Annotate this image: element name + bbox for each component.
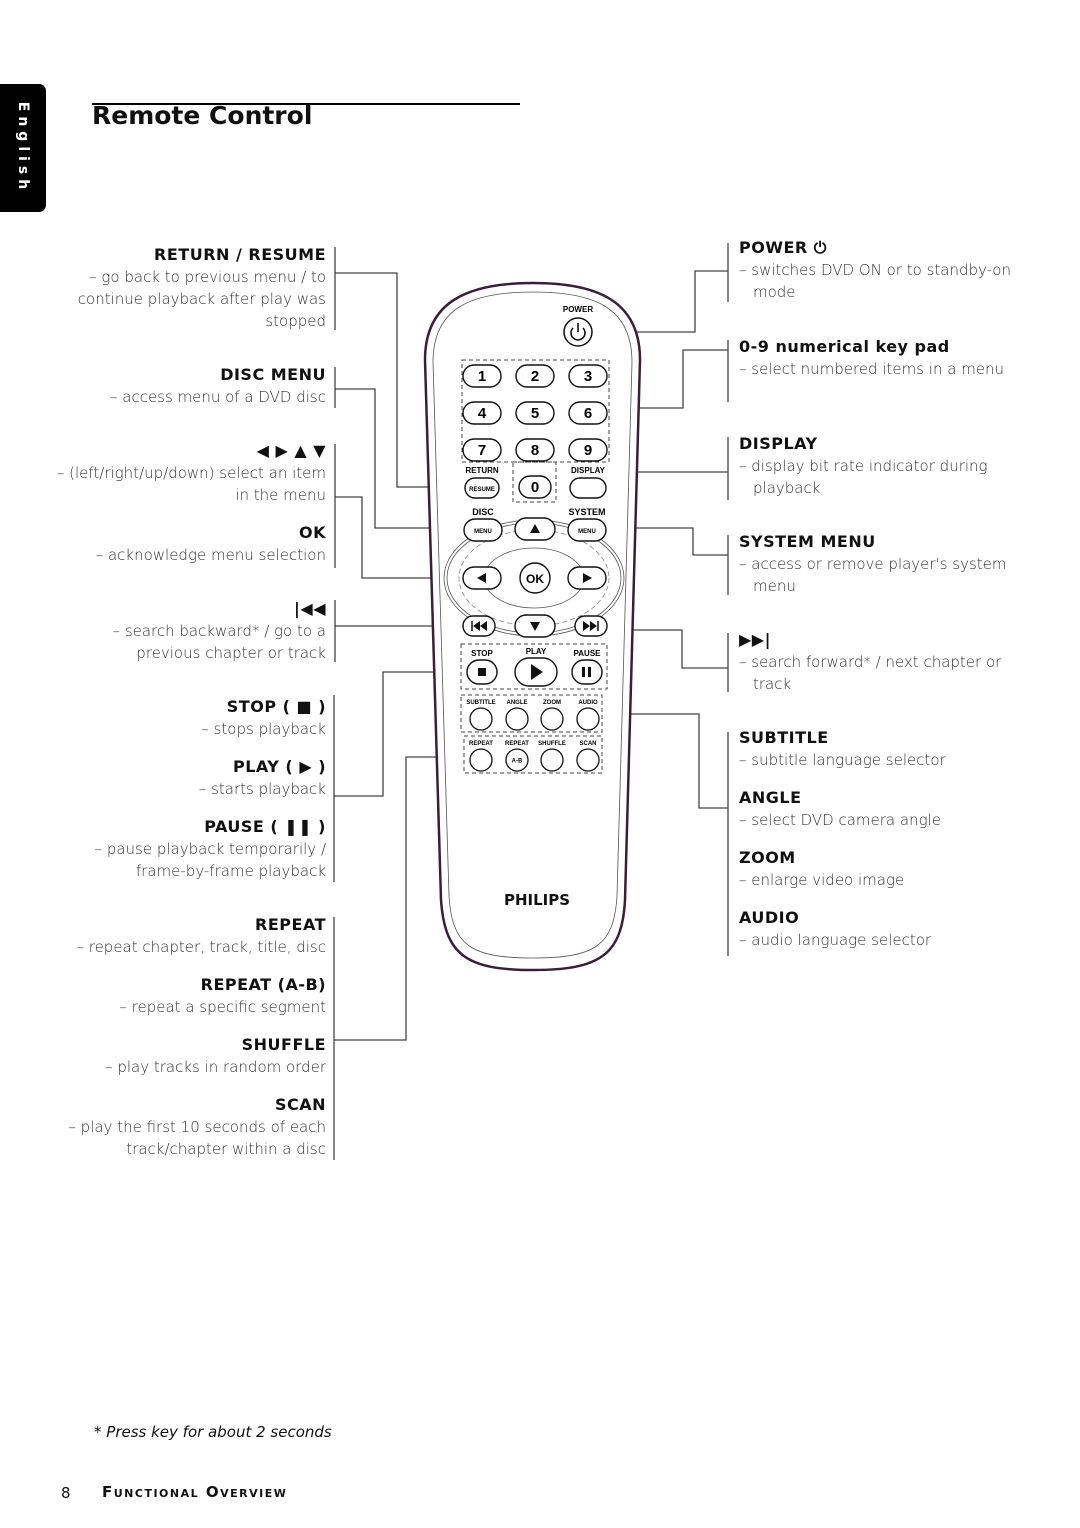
remote-down-button[interactable]	[514, 614, 556, 638]
svg-text:7: 7	[478, 442, 486, 459]
svg-text:9: 9	[584, 442, 592, 459]
remote-system-menu-button[interactable]: MENU	[567, 518, 607, 542]
svg-text:RESUME: RESUME	[469, 487, 495, 493]
remote-digit-4-button[interactable]: 4	[462, 401, 502, 425]
remote-control: POWER 1 2 3 4 5 6 7 8 9 0 RETURN RESUME DISPLAY D…	[423, 281, 642, 972]
remote-digit-3-button[interactable]: 3	[568, 364, 608, 388]
remote-right-button[interactable]	[567, 566, 607, 590]
remote-digit-8-button[interactable]: 8	[515, 438, 555, 462]
remote-previous-button[interactable]	[462, 615, 496, 637]
remote-power-label: POWER	[563, 305, 593, 314]
remote-digit-2-button[interactable]: 2	[515, 364, 555, 388]
remote-audio-label: AUDIO	[578, 700, 598, 706]
remote-repeat-label: REPEAT	[505, 741, 529, 747]
remote-digit-6-button[interactable]: 6	[568, 401, 608, 425]
remote-subtitle-button[interactable]	[469, 707, 493, 731]
remote-stop-button[interactable]	[466, 659, 498, 685]
remote-ok-button[interactable]: OK	[519, 562, 551, 594]
remote-disc-label: DISC	[472, 507, 494, 517]
svg-text:6: 6	[584, 405, 592, 422]
remote-left-button[interactable]	[462, 566, 502, 590]
remote-up-button[interactable]	[514, 517, 556, 541]
svg-text:MENU: MENU	[578, 529, 596, 535]
remote-play-button[interactable]	[514, 657, 558, 687]
remote-display-label: DISPLAY	[571, 466, 606, 475]
remote-play-label: PLAY	[526, 647, 547, 656]
remote-next-button[interactable]	[574, 615, 608, 637]
remote-zoom-button[interactable]	[540, 707, 564, 731]
remote-subtitle-label: SUBTITLE	[466, 700, 495, 706]
svg-text:8: 8	[531, 442, 539, 459]
callout-lines: POWER 1 2 3 4 5 6 7 8 9 0 RETURN RESUME DISPLAY D…	[333, 243, 729, 1160]
remote-stop-label: STOP	[471, 649, 493, 658]
remote-repeat-button[interactable]	[469, 748, 493, 772]
svg-text:MENU: MENU	[474, 529, 492, 535]
remote-resume-button[interactable]: RESUME	[464, 477, 500, 499]
remote-pause-button[interactable]	[571, 659, 603, 685]
remote-pause-label: PAUSE	[574, 649, 602, 658]
remote-power-button[interactable]	[563, 317, 593, 347]
remote-digit-1-button[interactable]: 1	[462, 364, 502, 388]
remote-digit-0-button[interactable]: 0	[518, 475, 552, 499]
remote-digit-7-button[interactable]: 7	[462, 438, 502, 462]
remote-audio-button[interactable]	[576, 707, 600, 731]
remote-return-label: RETURN	[465, 466, 499, 475]
remote-brand-logo: PHILIPS	[504, 891, 570, 909]
remote-angle-label: ANGLE	[507, 700, 528, 706]
svg-text:3: 3	[584, 368, 592, 385]
remote-shuffle-label: SHUFFLE	[538, 741, 566, 747]
remote-system-label: SYSTEM	[568, 507, 605, 517]
remote-scan-button[interactable]	[576, 748, 600, 772]
remote-repeat-label: REPEAT	[469, 741, 493, 747]
remote-display-button[interactable]	[569, 477, 607, 499]
remote-digit-5-button[interactable]: 5	[515, 401, 555, 425]
svg-text:1: 1	[478, 368, 486, 385]
svg-text:2: 2	[531, 368, 539, 385]
remote-digit-9-button[interactable]: 9	[568, 438, 608, 462]
remote-scan-label: SCAN	[579, 741, 596, 747]
remote-disc-menu-button[interactable]: MENU	[463, 518, 503, 542]
footnote: * Press key for about 2 seconds	[94, 1423, 332, 1441]
svg-text:OK: OK	[526, 572, 544, 586]
svg-text:0: 0	[531, 479, 539, 496]
svg-text:4: 4	[478, 405, 487, 422]
remote-ab-label: A-B	[512, 759, 523, 765]
remote-shuffle-button[interactable]	[540, 748, 564, 772]
svg-text:5: 5	[531, 405, 539, 422]
section-title: Functional Overview	[102, 1483, 288, 1501]
page-number: 8	[61, 1484, 71, 1502]
remote-angle-button[interactable]	[505, 707, 529, 731]
remote-zoom-label: ZOOM	[543, 700, 561, 706]
